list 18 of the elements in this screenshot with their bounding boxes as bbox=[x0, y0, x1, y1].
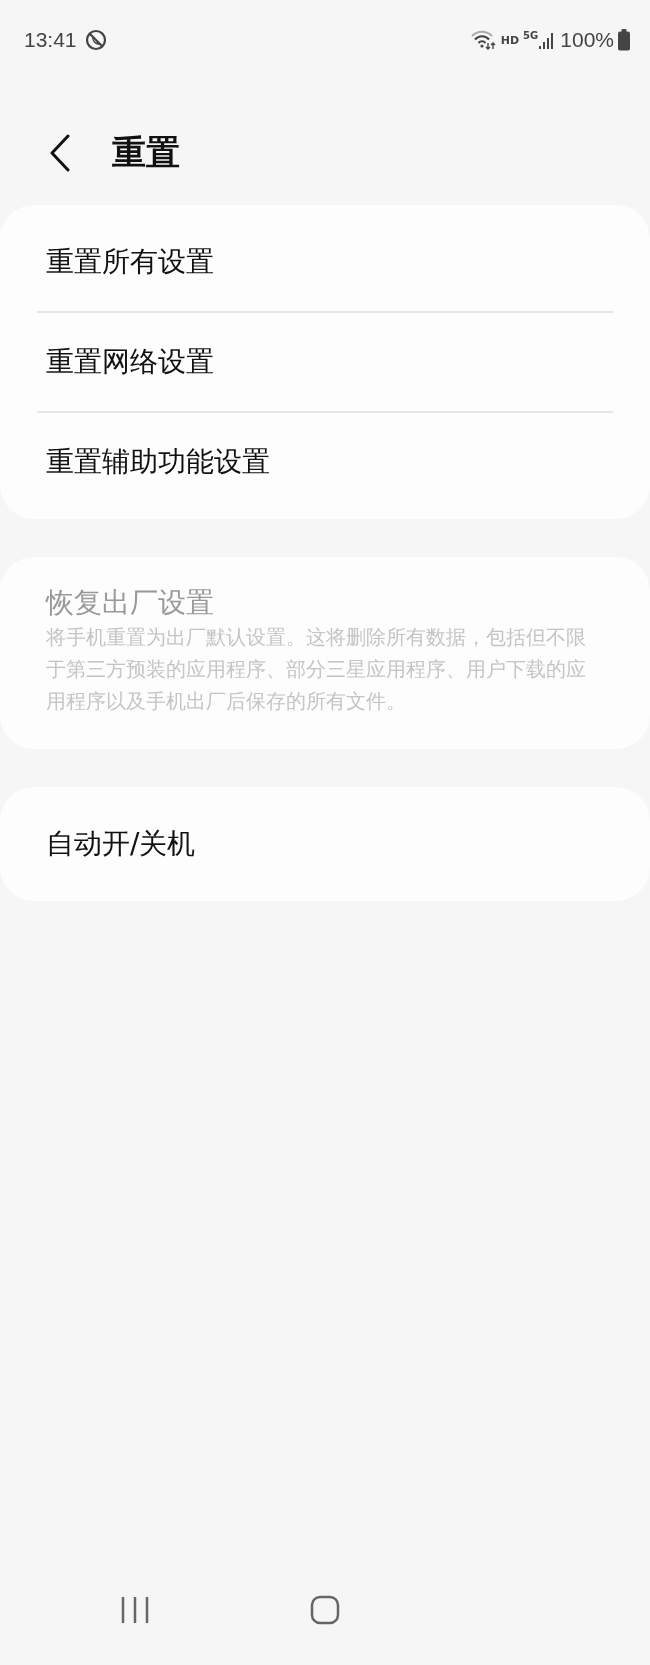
setting-item[interactable]: 自动开/关机 bbox=[46, 826, 604, 863]
battery-icon bbox=[618, 29, 630, 51]
setting-description: 将手机重置为出厂默认设置。这将删除所有数据，包括但不限于第三方预装的应用程序、部分三星应用程序、用户下载的应用程序以及手机出厂后保存的所有文件。 bbox=[46, 624, 587, 716]
setting-item[interactable]: 重置所有设置 bbox=[46, 243, 604, 281]
back-icon[interactable] bbox=[48, 134, 72, 172]
setting-item: 恢复出厂设置 bbox=[46, 585, 215, 621]
call-blocked-icon bbox=[84, 29, 107, 51]
signal-label: 5G bbox=[523, 30, 539, 41]
wifi-icon bbox=[470, 30, 497, 50]
setting-item[interactable]: 重置网络设置 bbox=[46, 343, 604, 381]
status-time: 13:41 bbox=[24, 28, 77, 52]
home-icon[interactable] bbox=[310, 1595, 340, 1625]
recent-apps-icon[interactable] bbox=[120, 1596, 150, 1624]
setting-item[interactable]: 重置辅助功能设置 bbox=[46, 443, 604, 481]
page-title: 重置 bbox=[112, 131, 180, 174]
signal-icon bbox=[538, 30, 555, 50]
battery-percent: 100% bbox=[560, 28, 614, 52]
network-label: HD bbox=[500, 33, 520, 47]
